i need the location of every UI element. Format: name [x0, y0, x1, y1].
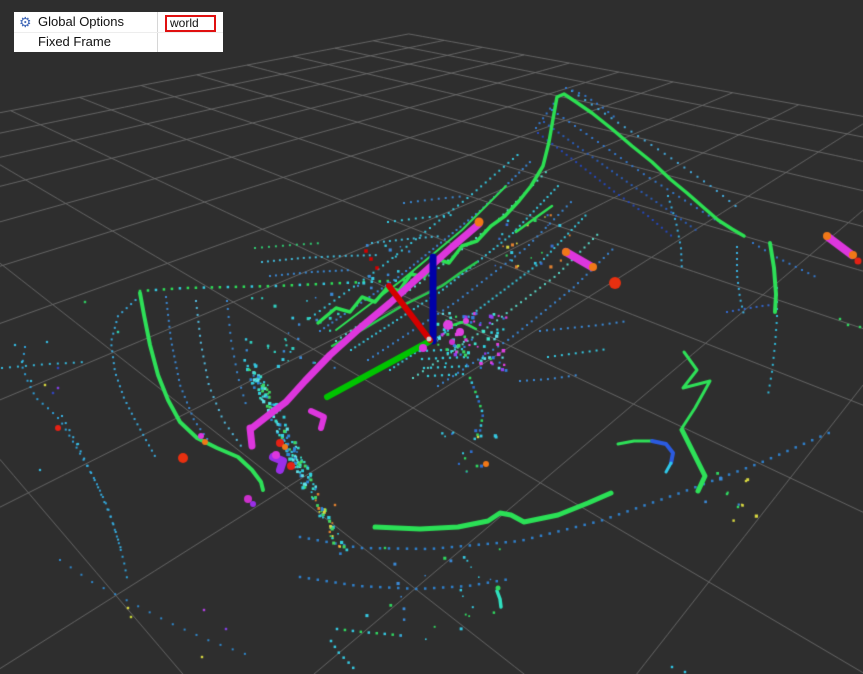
rviz-window: ⚙ Global Options Fixed Frame world: [0, 0, 863, 674]
fixed-frame-label: Fixed Frame: [38, 34, 111, 49]
panel-row-divider: [14, 32, 223, 33]
fixed-frame-value-field[interactable]: world: [165, 15, 216, 32]
rviz-3d-viewport[interactable]: [0, 0, 863, 674]
fixed-frame-row[interactable]: Fixed Frame: [14, 32, 223, 52]
gear-icon: ⚙: [19, 14, 32, 30]
global-options-label: Global Options: [38, 14, 124, 29]
displays-property-panel: ⚙ Global Options Fixed Frame world: [14, 12, 223, 52]
